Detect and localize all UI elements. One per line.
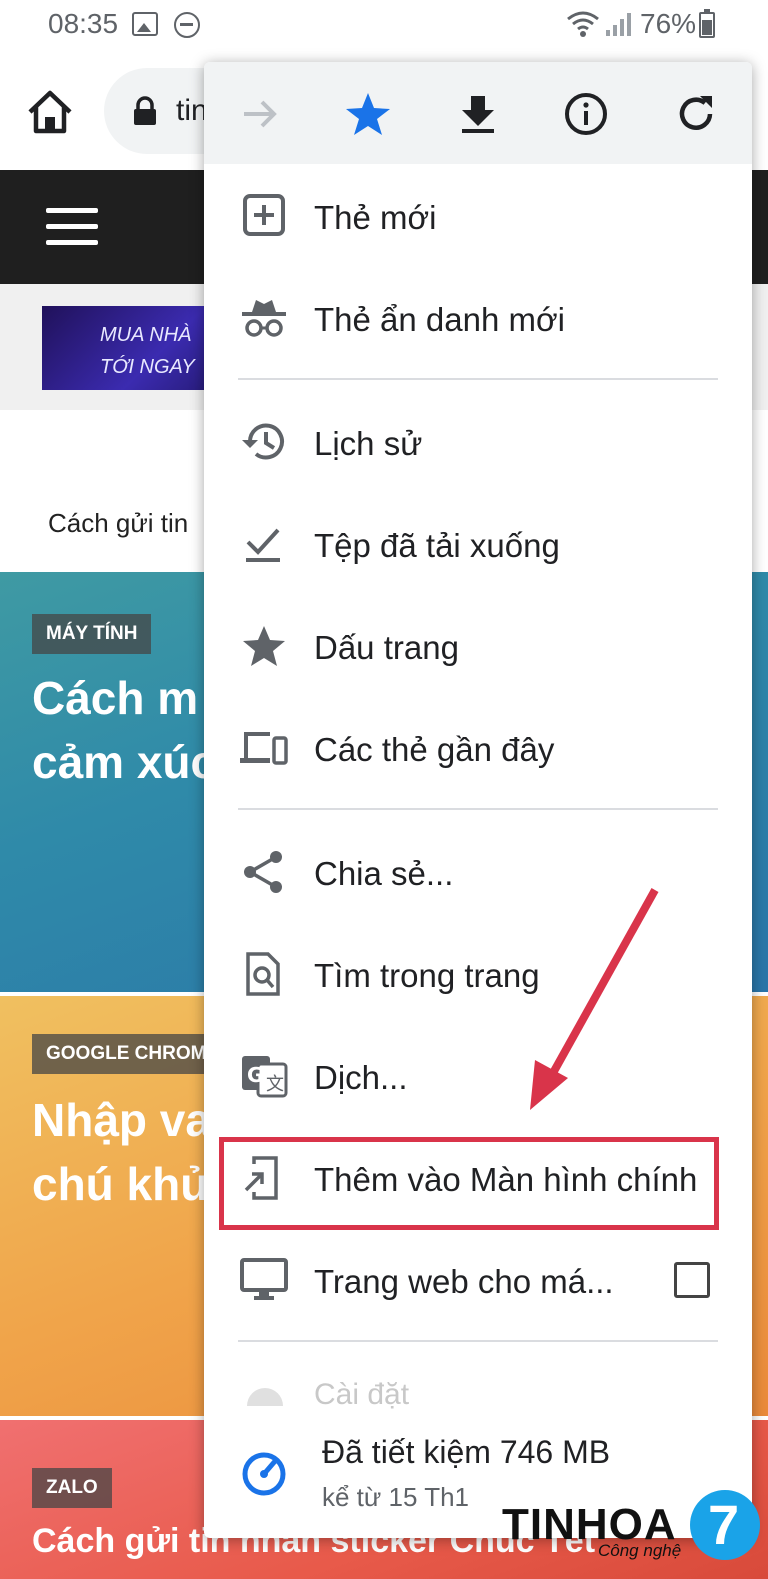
- menu-item-share[interactable]: Chia sẻ...: [204, 822, 752, 922]
- svg-text:G: G: [247, 1063, 263, 1087]
- menu-item-label: Dịch...: [314, 1059, 408, 1096]
- menu-divider: [238, 378, 718, 380]
- data-saver-icon: [242, 1452, 286, 1496]
- refresh-icon[interactable]: [672, 90, 720, 138]
- menu-item-label: Thẻ mới: [314, 199, 437, 236]
- menu-item-label: Tìm trong trang: [314, 957, 540, 994]
- category-badge[interactable]: GOOGLE CHROM: [32, 1034, 221, 1074]
- lock-icon: [134, 96, 156, 125]
- desktop-site-checkbox[interactable]: [674, 1262, 710, 1298]
- category-badge[interactable]: MÁY TÍNH: [32, 614, 152, 654]
- bookmark-star-icon[interactable]: [344, 90, 392, 138]
- menu-item-incognito[interactable]: Thẻ ẩn danh mới: [204, 268, 752, 368]
- menu-divider: [238, 808, 718, 810]
- recent-tabs-icon: [240, 732, 288, 765]
- download-icon[interactable]: [454, 90, 502, 138]
- info-icon[interactable]: [562, 90, 610, 138]
- news-ticker[interactable]: Cách gửi tin: [48, 508, 188, 539]
- category-badge[interactable]: ZALO: [32, 1468, 112, 1508]
- menu-item-label: Dấu trang: [314, 629, 459, 666]
- menu-item-bookmarks[interactable]: Dấu trang: [204, 596, 752, 696]
- highlight-box: [219, 1137, 719, 1230]
- find-in-page-icon: [246, 952, 280, 996]
- gallery-notification-icon: [132, 12, 158, 36]
- article-title[interactable]: chú khủ: [32, 1152, 208, 1216]
- signal-icon: [606, 13, 631, 36]
- menu-item-new-tab[interactable]: Thẻ mới: [204, 166, 752, 266]
- menu-action-bar: [204, 62, 752, 164]
- watermark-logo-number: 7: [708, 1493, 740, 1556]
- menu-item-translate[interactable]: G 文 Dịch...: [204, 1026, 752, 1126]
- do-not-disturb-icon: [174, 12, 200, 38]
- menu-item-label: Trang web cho má...: [314, 1263, 614, 1300]
- data-saved-title[interactable]: Đã tiết kiệm 746 MB: [322, 1434, 610, 1471]
- url-text: tin: [176, 94, 208, 127]
- menu-item-settings[interactable]: Cài đặt: [314, 1378, 409, 1412]
- watermark-subtitle: Công nghệ: [598, 1541, 682, 1560]
- incognito-icon: [242, 300, 286, 337]
- history-icon: [242, 423, 284, 460]
- bookmarks-star-icon: [243, 626, 285, 666]
- desktop-icon: [240, 1258, 288, 1300]
- battery-percent: 76%: [640, 8, 697, 39]
- watermark-logo: 7: [690, 1490, 760, 1560]
- wifi-icon: [567, 11, 599, 37]
- article-title[interactable]: Cách m: [32, 666, 198, 730]
- svg-text:文: 文: [266, 1074, 284, 1095]
- home-icon[interactable]: [24, 86, 76, 138]
- ad-line: MUA NHÀ: [100, 324, 192, 346]
- settings-gear-icon: [247, 1388, 283, 1406]
- chrome-overflow-menu: Thẻ mới Thẻ ẩn danh mới Lịch sử Tệp đã t…: [204, 62, 752, 1538]
- menu-item-label: Chia sẻ...: [314, 855, 454, 892]
- menu-item-find-in-page[interactable]: Tìm trong trang: [204, 924, 752, 1024]
- menu-item-downloads[interactable]: Tệp đã tải xuống: [204, 494, 752, 594]
- menu-item-history[interactable]: Lịch sử: [204, 392, 752, 492]
- menu-divider: [238, 1340, 718, 1342]
- menu-item-label: Lịch sử: [314, 425, 423, 462]
- menu-item-label: Thẻ ẩn danh mới: [314, 301, 565, 338]
- status-bar: 08:35 76%: [0, 0, 768, 50]
- ad-line: TỚI NGAY: [100, 356, 195, 378]
- translate-icon: G 文: [242, 1056, 288, 1098]
- article-title[interactable]: Nhập va: [32, 1088, 211, 1152]
- downloads-icon: [246, 528, 280, 562]
- menu-item-desktop-site[interactable]: Trang web cho má...: [204, 1230, 752, 1330]
- new-tab-icon: [243, 194, 285, 236]
- data-saved-subtitle: kể từ 15 Th1: [322, 1482, 470, 1512]
- battery-icon: [699, 9, 715, 38]
- article-title[interactable]: cảm xúc: [32, 730, 216, 794]
- forward-arrow-icon[interactable]: [236, 90, 284, 138]
- share-icon: [244, 851, 282, 893]
- menu-item-label: Các thẻ gần đây: [314, 731, 555, 768]
- status-time: 08:35: [48, 8, 119, 39]
- hamburger-menu-icon[interactable]: [46, 208, 98, 248]
- menu-item-recent-tabs[interactable]: Các thẻ gần đây: [204, 698, 752, 798]
- menu-item-label: Tệp đã tải xuống: [314, 527, 560, 564]
